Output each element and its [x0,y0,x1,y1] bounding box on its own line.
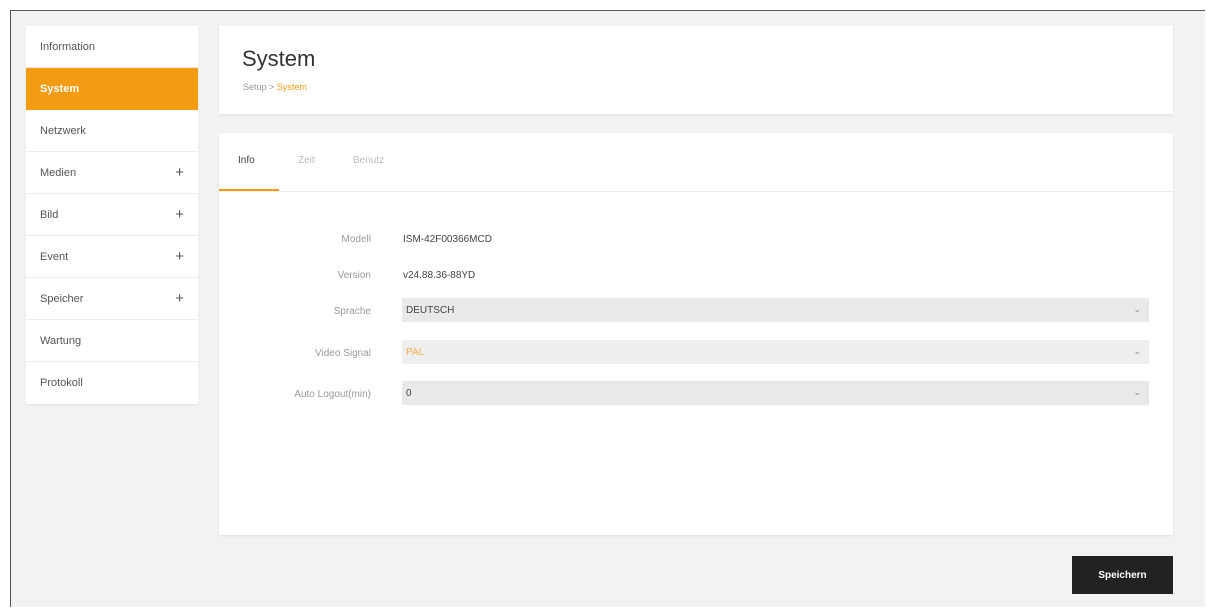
sidebar-item-label: Speicher [40,292,84,305]
tab-info[interactable]: Info [238,155,255,166]
page-title: System [242,46,316,71]
sidebar-item-label: Information [40,40,96,53]
page-header: System Setup > System [219,26,1173,114]
video-signal-label: Video Signal [315,348,371,359]
language-row: Sprache DEUTSCH ⌄ [219,298,1173,324]
settings-panel: Info Zeit Benutz Modell ISM-42F00366MCD … [219,133,1173,535]
sidebar-item-wartung[interactable]: Wartung [26,320,198,362]
sidebar-item-label: Wartung [40,334,82,347]
version-row: Version v24.88.36-88YD [219,263,1173,289]
language-select-value: DEUTSCH [406,305,455,316]
chevron-down-icon: ⌄ [1133,304,1141,314]
breadcrumb-current: System [276,82,307,92]
chevron-down-icon: ⌄ [1133,346,1141,356]
language-select[interactable]: DEUTSCH ⌄ [402,298,1149,322]
breadcrumb: Setup > System [243,82,307,92]
version-value: v24.88.36-88YD [403,270,476,281]
auto-logout-select-value: 0 [406,388,412,399]
sidebar-item-speicher[interactable]: Speicher + [26,278,198,320]
save-button[interactable]: Speichern [1072,556,1173,594]
plus-icon[interactable]: + [175,291,184,306]
sidebar-item-system[interactable]: System [26,68,198,110]
model-label: Modell [341,234,371,245]
auto-logout-label: Auto Logout(min) [294,389,371,400]
tab-benutz[interactable]: Benutz [353,155,384,166]
sidebar-item-label: Bild [40,208,59,221]
auto-logout-select[interactable]: 0 ⌄ [402,381,1149,405]
version-label: Version [337,270,371,281]
sidebar-item-label: System [40,82,80,95]
video-signal-select-value: PAL [406,347,425,358]
sidebar-item-label: Medien [40,166,77,179]
sidebar-item-label: Netzwerk [40,124,86,137]
sidebar-item-bild[interactable]: Bild + [26,194,198,236]
sidebar-item-information[interactable]: Information [26,26,198,68]
sidebar-item-label: Protokoll [40,377,83,389]
breadcrumb-root[interactable]: Setup [243,82,267,92]
sidebar-item-protokoll[interactable]: Protokoll [26,362,198,404]
active-tab-indicator [219,189,279,191]
plus-icon[interactable]: + [175,249,184,264]
tab-bar: Info Zeit Benutz [219,133,1173,192]
tab-zeit[interactable]: Zeit [298,155,315,166]
sidebar-nav: Information System Netzwerk Medien + Bil… [26,26,198,404]
language-label: Sprache [333,306,371,317]
video-signal-row: Video Signal PAL ⌄ [219,340,1173,366]
auto-logout-row: Auto Logout(min) 0 ⌄ [219,381,1173,407]
sidebar-item-event[interactable]: Event + [26,236,198,278]
sidebar-item-medien[interactable]: Medien + [26,152,198,194]
breadcrumb-separator: > [269,82,275,92]
plus-icon[interactable]: + [175,207,184,222]
video-signal-select[interactable]: PAL ⌄ [402,340,1149,364]
model-row: Modell ISM-42F00366MCD [219,227,1173,253]
sidebar-item-netzwerk[interactable]: Netzwerk [26,110,198,152]
chevron-down-icon: ⌄ [1133,387,1141,397]
model-value: ISM-42F00366MCD [403,234,492,245]
plus-icon[interactable]: + [175,165,184,180]
sidebar-item-label: Event [40,250,69,263]
